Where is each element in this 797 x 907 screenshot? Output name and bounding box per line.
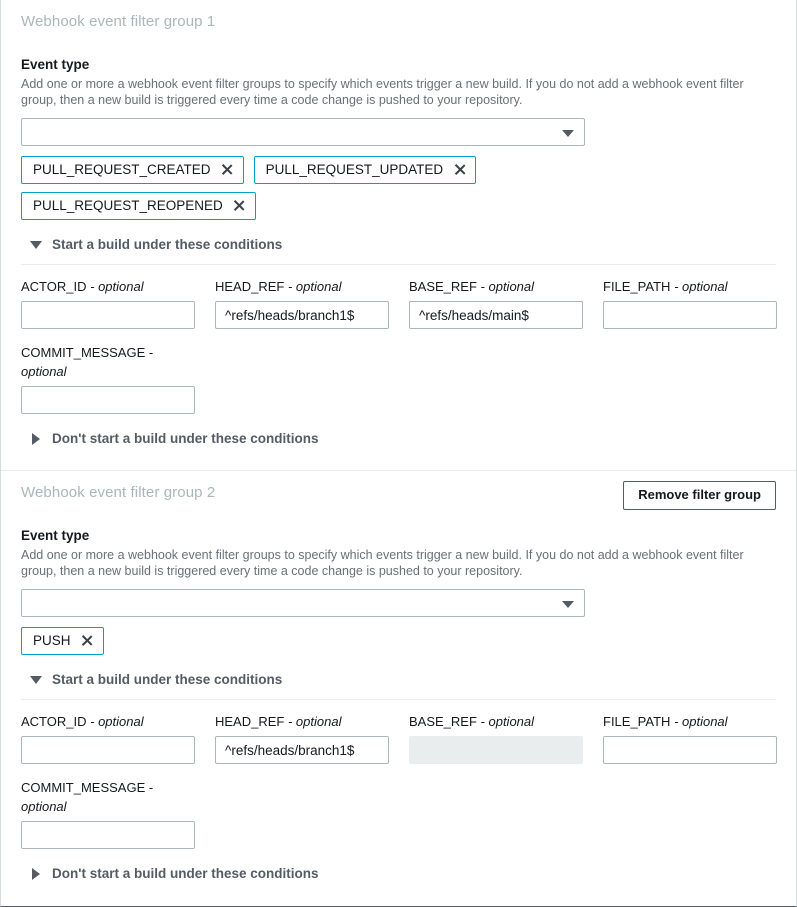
event-type-description: Add one or more a webhook event filter g… — [21, 547, 776, 579]
condition-field-file-path: FILE_PATH - optional — [603, 712, 797, 764]
chevron-down-icon — [562, 601, 574, 608]
event-token-label: PULL_REQUEST_CREATED — [33, 161, 211, 178]
condition-label: FILE_PATH - optional — [603, 712, 797, 731]
event-token-label: PULL_REQUEST_UPDATED — [266, 161, 444, 178]
event-token[interactable]: PULL_REQUEST_CREATED — [21, 156, 244, 184]
triangle-down-icon — [30, 241, 42, 249]
chevron-down-icon — [562, 130, 574, 137]
start-build-conditions-toggle[interactable]: Start a build under these conditions — [30, 236, 282, 254]
condition-optional: - optional — [288, 279, 341, 294]
event-type-token-list: PULL_REQUEST_CREATED PULL_REQUEST_UPDATE… — [21, 156, 641, 220]
condition-field-actor-id: ACTOR_ID - optional — [21, 712, 215, 764]
divider — [21, 699, 776, 700]
start-build-conditions-toggle[interactable]: Start a build under these conditions — [30, 671, 282, 689]
condition-field-base-ref: BASE_REF - optional — [409, 712, 603, 764]
close-icon[interactable] — [453, 163, 466, 176]
condition-name: ACTOR_ID — [21, 714, 87, 729]
condition-label: HEAD_REF - optional — [215, 712, 409, 731]
event-token[interactable]: PULL_REQUEST_REOPENED — [21, 192, 256, 220]
base-ref-input[interactable] — [409, 301, 583, 329]
close-icon[interactable] — [221, 163, 234, 176]
actor-id-input[interactable] — [21, 301, 195, 329]
condition-optional: optional — [21, 799, 67, 814]
condition-field-actor-id: ACTOR_ID - optional — [21, 277, 215, 329]
event-type-select[interactable] — [21, 589, 585, 617]
webhook-filter-group-1: Webhook event filter group 1 Event type … — [1, 0, 796, 470]
close-icon[interactable] — [81, 634, 94, 647]
triangle-right-icon — [32, 868, 40, 880]
condition-label: BASE_REF - optional — [409, 277, 603, 296]
dont-start-build-conditions-toggle[interactable]: Don't start a build under these conditio… — [30, 430, 318, 448]
start-conditions-row: ACTOR_ID - optional HEAD_REF - optional … — [21, 712, 776, 764]
condition-field-commit-message: COMMIT_MESSAGE - optional — [21, 778, 215, 849]
condition-label: HEAD_REF - optional — [215, 277, 409, 296]
condition-optional: - optional — [481, 279, 534, 294]
condition-optional: - optional — [288, 714, 341, 729]
file-path-input[interactable] — [603, 736, 777, 764]
condition-label: ACTOR_ID - optional — [21, 277, 215, 296]
webhook-filter-groups-panel: Webhook event filter group 1 Event type … — [0, 0, 797, 907]
triangle-down-icon — [30, 676, 42, 684]
start-conditions-row-2: COMMIT_MESSAGE - optional — [21, 343, 776, 414]
actor-id-input[interactable] — [21, 736, 195, 764]
condition-field-base-ref: BASE_REF - optional — [409, 277, 603, 329]
condition-name: HEAD_REF — [215, 279, 284, 294]
start-build-conditions-label: Start a build under these conditions — [52, 236, 282, 254]
condition-optional: - optional — [674, 279, 727, 294]
webhook-filter-group-2: Webhook event filter group 2 Remove filt… — [1, 470, 796, 883]
condition-label: ACTOR_ID - optional — [21, 712, 215, 731]
event-token-label: PUSH — [33, 632, 71, 649]
event-token[interactable]: PUSH — [21, 627, 104, 655]
head-ref-input[interactable] — [215, 301, 389, 329]
condition-field-head-ref: HEAD_REF - optional — [215, 277, 409, 329]
divider — [21, 264, 776, 265]
dont-start-build-conditions-toggle[interactable]: Don't start a build under these conditio… — [30, 865, 318, 883]
group-title: Webhook event filter group 2 — [21, 483, 215, 503]
condition-name: ACTOR_ID — [21, 279, 87, 294]
condition-field-head-ref: HEAD_REF - optional — [215, 712, 409, 764]
condition-label: BASE_REF - optional — [409, 712, 603, 731]
event-type-description: Add one or more a webhook event filter g… — [21, 76, 776, 108]
condition-optional: optional — [21, 364, 67, 379]
dont-start-build-conditions-label: Don't start a build under these conditio… — [52, 865, 318, 883]
event-type-select[interactable] — [21, 118, 585, 146]
commit-message-input[interactable] — [21, 386, 195, 414]
start-conditions-row-2: COMMIT_MESSAGE - optional — [21, 778, 776, 849]
base-ref-input — [409, 736, 583, 764]
condition-name: FILE_PATH — [603, 279, 670, 294]
remove-filter-group-button[interactable]: Remove filter group — [623, 481, 776, 510]
event-type-label: Event type — [21, 56, 776, 74]
condition-name: HEAD_REF — [215, 714, 284, 729]
event-token-label: PULL_REQUEST_REOPENED — [33, 197, 223, 214]
group-header: Webhook event filter group 2 Remove filt… — [21, 471, 776, 513]
condition-optional: - optional — [90, 279, 143, 294]
triangle-right-icon — [32, 433, 40, 445]
event-type-label: Event type — [21, 527, 776, 545]
event-token[interactable]: PULL_REQUEST_UPDATED — [254, 156, 477, 184]
start-build-conditions-label: Start a build under these conditions — [52, 671, 282, 689]
event-type-token-list: PUSH — [21, 627, 641, 655]
file-path-input[interactable] — [603, 301, 777, 329]
condition-label: COMMIT_MESSAGE - optional — [21, 778, 181, 816]
condition-name: BASE_REF — [409, 279, 477, 294]
condition-optional: - optional — [481, 714, 534, 729]
condition-optional: - optional — [674, 714, 727, 729]
group-title: Webhook event filter group 1 — [21, 12, 215, 32]
condition-field-commit-message: COMMIT_MESSAGE - optional — [21, 343, 215, 414]
condition-label: FILE_PATH - optional — [603, 277, 797, 296]
commit-message-input[interactable] — [21, 821, 195, 849]
start-conditions-row: ACTOR_ID - optional HEAD_REF - optional … — [21, 277, 776, 329]
head-ref-input[interactable] — [215, 736, 389, 764]
condition-field-file-path: FILE_PATH - optional — [603, 277, 797, 329]
condition-name: COMMIT_MESSAGE - — [21, 345, 153, 360]
condition-label: COMMIT_MESSAGE - optional — [21, 343, 181, 381]
group-header: Webhook event filter group 1 — [21, 0, 776, 42]
condition-optional: - optional — [90, 714, 143, 729]
dont-start-build-conditions-label: Don't start a build under these conditio… — [52, 430, 318, 448]
condition-name: FILE_PATH — [603, 714, 670, 729]
condition-name: BASE_REF — [409, 714, 477, 729]
condition-name: COMMIT_MESSAGE - — [21, 780, 153, 795]
close-icon[interactable] — [233, 199, 246, 212]
